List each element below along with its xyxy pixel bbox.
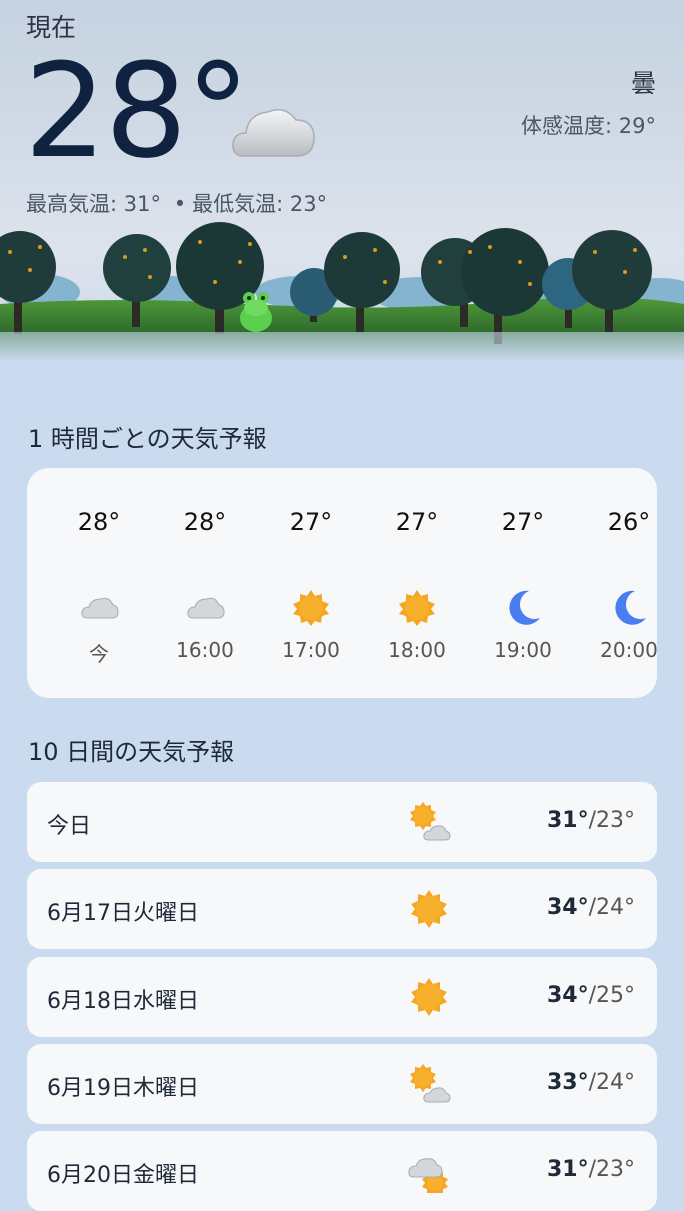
hourly-time: 18:00 (388, 638, 446, 662)
hourly-item: 28° 16:00 (152, 468, 258, 698)
hourly-temp: 27° (501, 508, 545, 536)
day-temp-range: 31°/23° (547, 808, 635, 833)
day-label: 6月20日金曜日 (47, 1163, 199, 1188)
hourly-temp: 28° (183, 508, 227, 536)
day-low: 25° (596, 983, 635, 1008)
hourly-temp: 28° (77, 508, 121, 536)
sun-icon (411, 890, 447, 928)
hourly-item: 27° 19:00 (470, 468, 576, 698)
hourly-temp: 27° (395, 508, 439, 536)
day-low: 23° (596, 1157, 635, 1182)
day-label: 6月17日火曜日 (47, 901, 199, 926)
moon-icon (509, 590, 540, 625)
hourly-forecast-card[interactable]: 28° 今 28° 16:00 27° 17:00 27° 18:00 27° (27, 468, 657, 698)
weather-scene-illustration (0, 222, 684, 360)
sun-icon (293, 590, 329, 626)
current-temperature: 28° (24, 35, 250, 187)
cloud-icon (187, 597, 225, 619)
day-temp-range: 34°/25° (547, 983, 635, 1008)
feels-like-label: 体感温度: (521, 114, 613, 138)
day-temp-range: 34°/24° (547, 895, 635, 920)
feels-like: 体感温度: 29° (521, 110, 656, 140)
temp-slash: / (588, 808, 596, 833)
day-temp-range: 31°/23° (547, 1157, 635, 1182)
day-high: 34° (546, 983, 589, 1008)
day-low: 23° (596, 808, 635, 833)
hourly-temp: 26° (607, 508, 651, 536)
day-label: 6月18日水曜日 (47, 989, 199, 1014)
hourly-item: 26° 20:00 (576, 468, 657, 698)
condition-text: 曇 (630, 69, 656, 98)
hourly-forecast-title: 1 時間ごとの天気予報 (28, 425, 267, 453)
cloud-icon (232, 109, 315, 157)
moon-icon (615, 590, 646, 625)
sun-icon (411, 978, 447, 1016)
hourly-time: 19:00 (494, 638, 552, 662)
sun-icon (399, 590, 435, 626)
hourly-time: 20:00 (600, 638, 657, 662)
feels-like-value: 29° (618, 114, 656, 138)
sun-cloud-icon (410, 1064, 451, 1103)
daily-row[interactable]: 6月20日金曜日 31°/23° (27, 1131, 657, 1211)
hourly-time: 16:00 (176, 638, 234, 662)
current-weather-panel: 現在 28° 曇 体感温度: 29° 最高気温: 31° • 最低気温: 23° (0, 0, 684, 360)
high-value: 31° (123, 192, 161, 216)
hourly-temp: 27° (289, 508, 333, 536)
day-temp-range: 33°/24° (547, 1070, 635, 1095)
daily-row[interactable]: 6月17日火曜日 34°/24° (27, 869, 657, 949)
cloud-icon (81, 597, 119, 619)
cloud-sun-icon (408, 1158, 448, 1193)
hourly-time: 今 (89, 642, 109, 666)
temp-slash: / (588, 983, 596, 1008)
daily-row[interactable]: 6月19日木曜日 33°/24° (27, 1044, 657, 1124)
hourly-item: 27° 18:00 (364, 468, 470, 698)
day-high: 31° (546, 808, 589, 833)
daily-row-today[interactable]: 今日 31°/23° (27, 782, 657, 862)
frog-mascot (240, 292, 272, 332)
day-label: 今日 (47, 814, 92, 839)
daily-forecast-title: 10 日間の天気予報 (28, 738, 235, 766)
hourly-item: 28° 今 (46, 468, 152, 698)
hourly-time: 17:00 (282, 638, 340, 662)
hourly-item: 27° 17:00 (258, 468, 364, 698)
day-low: 24° (596, 895, 635, 920)
high-low: 最高気温: 31° • 最低気温: 23° (26, 188, 327, 218)
temp-slash: / (588, 1070, 596, 1095)
day-high: 33° (546, 1070, 589, 1095)
separator: • (173, 192, 187, 216)
daily-row[interactable]: 6月18日水曜日 34°/25° (27, 957, 657, 1037)
day-low: 24° (596, 1070, 635, 1095)
low-label: 最低気温: (192, 192, 284, 216)
day-label: 6月19日木曜日 (47, 1076, 199, 1101)
temp-slash: / (588, 895, 596, 920)
day-high: 34° (546, 895, 589, 920)
sun-cloud-icon (410, 802, 451, 841)
day-high: 31° (546, 1157, 589, 1182)
low-value: 23° (289, 192, 328, 216)
temp-slash: / (588, 1157, 596, 1182)
high-label: 最高気温: (26, 192, 118, 216)
